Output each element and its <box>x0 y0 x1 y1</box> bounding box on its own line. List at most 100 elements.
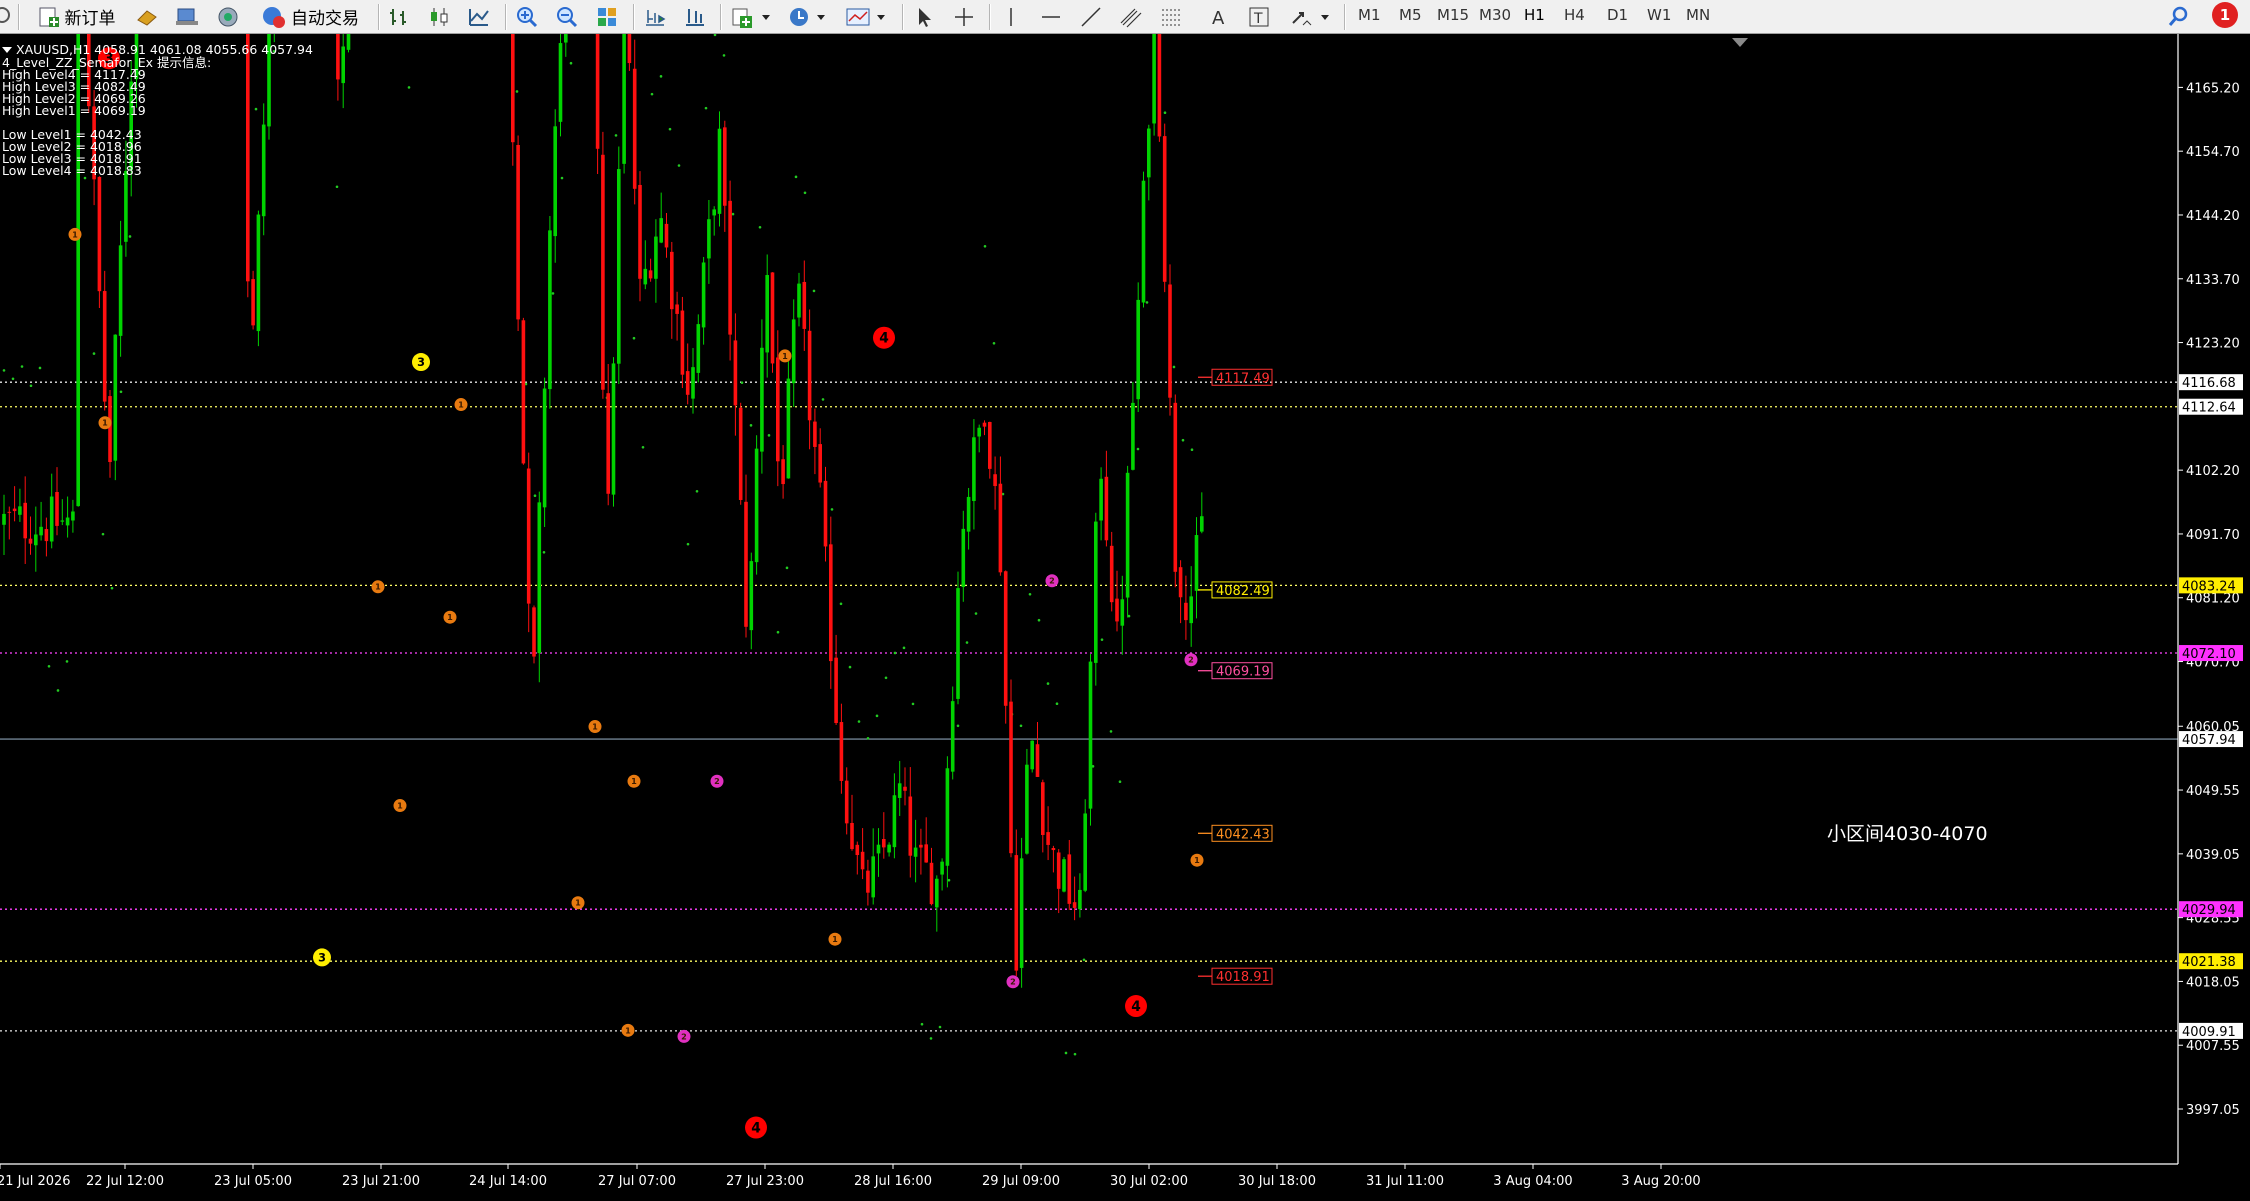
time-tick-label: 29 Jul 09:00 <box>982 1174 1060 1189</box>
tile-windows-icon[interactable] <box>592 3 622 30</box>
auto-scroll-icon[interactable] <box>640 3 670 30</box>
timeframe-m30[interactable]: M30 <box>1479 6 1511 24</box>
crosshair-icon[interactable] <box>949 3 979 30</box>
sar-dot <box>110 586 114 590</box>
candle-body <box>839 722 844 781</box>
semafor-marker-label: 1 <box>1194 855 1200 865</box>
level-boxes: 4117.49 4082.49 4069.19 4042.43 4018.91 <box>1198 368 1273 985</box>
candle-body <box>871 856 875 898</box>
notification-badge[interactable]: 1 <box>2212 2 2238 28</box>
candle-body <box>765 275 769 353</box>
sar-dot <box>884 676 888 680</box>
candle-body <box>606 393 610 494</box>
zoom-in-icon[interactable] <box>512 3 542 30</box>
candle-body <box>34 534 38 546</box>
price-tag-label: 4029.94 <box>2182 903 2236 918</box>
chart-shift-marker[interactable] <box>1732 38 1748 47</box>
candle-body <box>1125 472 1130 598</box>
templates-dropdown[interactable] <box>842 3 892 30</box>
level-box-value: 4117.49 <box>1216 371 1270 386</box>
candle-body <box>712 209 716 216</box>
navigator-icon[interactable] <box>172 3 202 30</box>
arrows-dropdown[interactable] <box>1286 3 1336 30</box>
candle-body <box>1041 782 1045 835</box>
candle-body <box>1136 299 1140 400</box>
periods-dropdown[interactable] <box>784 3 834 30</box>
timeframe-h1[interactable]: H1 <box>1524 6 1545 24</box>
market-watch-icon[interactable] <box>132 3 162 30</box>
candle-body <box>1109 545 1114 603</box>
sar-dot <box>119 390 123 394</box>
sar-dot <box>1019 724 1023 728</box>
sar-dot <box>956 724 960 728</box>
timeframe-m15[interactable]: M15 <box>1437 6 1469 24</box>
candle-body <box>1030 740 1034 770</box>
candle-body <box>728 200 732 335</box>
sar-dot <box>20 365 24 368</box>
chart-shift-icon[interactable] <box>680 3 710 30</box>
line-chart-icon[interactable] <box>464 3 494 30</box>
timeframe-d1[interactable]: D1 <box>1607 6 1628 24</box>
semafor-marker-label: 2 <box>681 1031 687 1041</box>
autotrade-button[interactable]: 自动交易 <box>254 3 366 30</box>
sar-dot <box>686 542 690 546</box>
cursor-icon[interactable] <box>909 3 939 30</box>
candle-body <box>829 544 833 662</box>
candlestick-chart-icon[interactable] <box>424 3 454 30</box>
terminal-search-icon[interactable] <box>2163 3 2193 30</box>
indicator-level-line: Low Level4 = 4018.83 <box>2 163 142 178</box>
bar-chart-icon[interactable] <box>384 3 414 30</box>
vertical-line-icon[interactable] <box>996 3 1026 30</box>
collapse-triangle-icon[interactable] <box>2 47 12 53</box>
sar-dot <box>965 641 969 644</box>
text-label-icon[interactable]: T <box>1244 3 1274 30</box>
signals-icon[interactable] <box>213 3 243 30</box>
candle-body <box>988 422 992 469</box>
time-tick-label: 28 Jul 16:00 <box>854 1174 932 1189</box>
svg-text:T: T <box>1253 11 1263 27</box>
sar-dot <box>632 336 636 340</box>
zoom-out-icon[interactable] <box>552 3 582 30</box>
horizontal-line-icon[interactable] <box>1036 3 1066 30</box>
trendline-icon[interactable] <box>1076 3 1106 30</box>
chart-canvas[interactable]: 131331111111122414122421 4117.494082.494… <box>0 0 2250 1197</box>
fibonacci-icon[interactable] <box>1156 3 1186 30</box>
indicators-dropdown[interactable] <box>727 3 777 30</box>
sar-dot <box>695 489 699 493</box>
candle-body <box>7 511 12 513</box>
timeframe-mn[interactable]: MN <box>1686 6 1710 24</box>
time-tick-label: 27 Jul 23:00 <box>726 1174 804 1189</box>
candle-body <box>919 844 923 848</box>
sar-dot <box>614 134 618 137</box>
candle-body <box>23 502 27 539</box>
candle-body <box>632 68 637 189</box>
sar-dot <box>758 225 762 229</box>
sar-dot <box>668 127 672 131</box>
sar-dot <box>542 550 546 554</box>
semafor-marker-label: 1 <box>447 612 453 622</box>
price-chart[interactable]: 131331111111122414122421 4117.49 4082.49 4… <box>0 0 2250 1197</box>
timeframe-h4[interactable]: H4 <box>1564 6 1585 24</box>
candle-body <box>648 270 653 279</box>
equidistant-channel-icon[interactable] <box>1116 3 1146 30</box>
semafor-marker-label: 1 <box>832 934 838 944</box>
timeframe-m5[interactable]: M5 <box>1399 6 1422 24</box>
candle-body <box>882 839 886 848</box>
candle-body <box>675 304 679 314</box>
candle-body <box>797 283 801 318</box>
timeframe-m1[interactable]: M1 <box>1358 6 1381 24</box>
candle-body <box>1152 0 1156 124</box>
candle-body <box>118 245 123 336</box>
time-tick-label: 23 Jul 21:00 <box>342 1174 420 1189</box>
sar-dot <box>785 566 789 570</box>
price-tick-label: 4123.20 <box>2186 337 2240 352</box>
candle-body <box>256 214 261 332</box>
timeframe-w1[interactable]: W1 <box>1647 6 1671 24</box>
sar-dot <box>1181 438 1185 442</box>
price-tag-label: 4112.64 <box>2182 401 2236 416</box>
new-order-button[interactable]: 新订单 <box>22 3 130 30</box>
sar-dot <box>902 646 906 650</box>
text-icon[interactable]: A <box>1204 3 1234 30</box>
search-icon[interactable] <box>0 3 14 30</box>
candle-body <box>855 844 860 856</box>
